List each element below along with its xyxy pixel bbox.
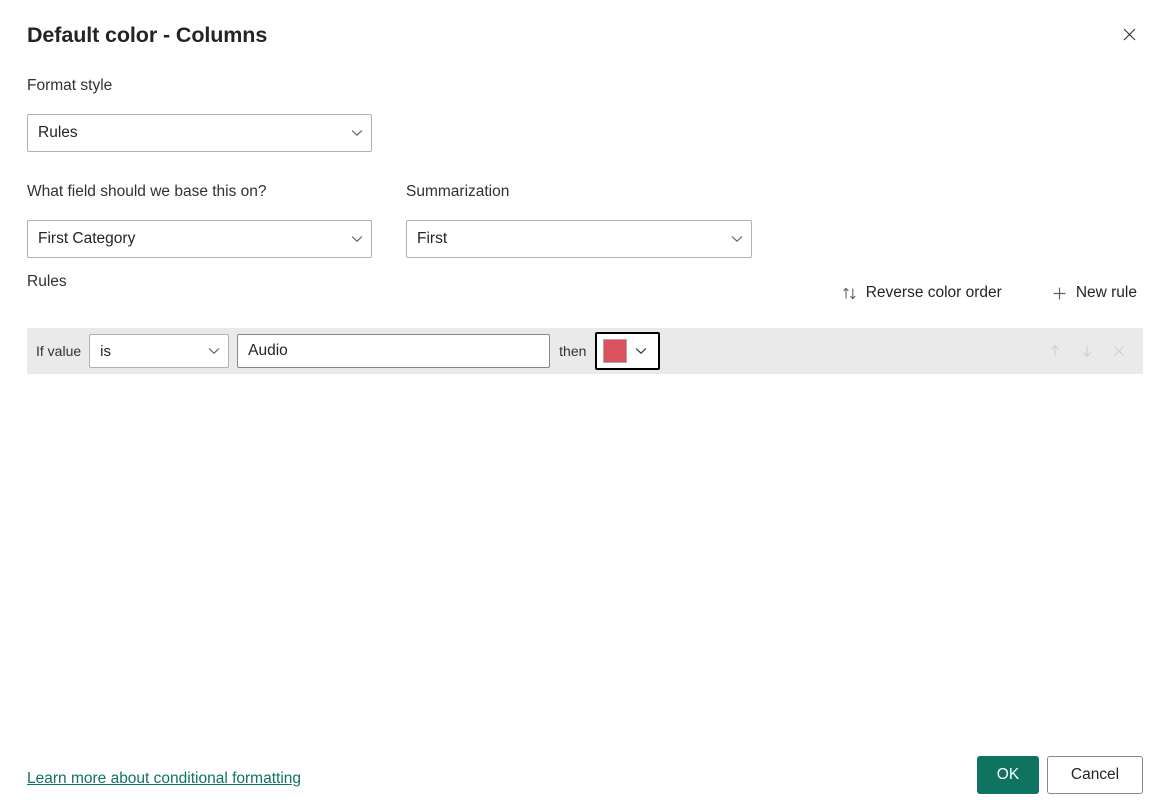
rule-color-picker[interactable] (595, 332, 661, 370)
chevron-down-icon (343, 235, 371, 243)
format-style-select[interactable]: Rules (27, 114, 372, 152)
rule-value-input[interactable] (237, 334, 551, 368)
reverse-color-order-label: Reverse color order (865, 284, 1002, 301)
dialog-header: Default color - Columns (27, 18, 1143, 52)
dialog-footer-buttons: OK Cancel (977, 756, 1143, 794)
rule-row: If value is then (27, 328, 1143, 374)
rule-row-tools (1041, 337, 1133, 365)
rules-section-label: Rules (27, 273, 67, 290)
move-down-icon[interactable] (1073, 337, 1101, 365)
chevron-down-icon (723, 235, 751, 243)
ok-button[interactable]: OK (977, 756, 1039, 794)
rules-toolbar: Reverse color order New rule (836, 278, 1143, 308)
summarization-select[interactable]: First (406, 220, 752, 258)
close-icon (1123, 28, 1136, 41)
cancel-button[interactable]: Cancel (1047, 756, 1143, 794)
close-button[interactable] (1113, 18, 1145, 50)
chevron-down-icon (343, 129, 371, 137)
new-rule-button[interactable]: New rule (1046, 278, 1143, 308)
plus-icon (1052, 286, 1067, 301)
new-rule-label: New rule (1075, 284, 1137, 301)
rule-color-swatch (603, 339, 628, 363)
if-value-label: If value (36, 343, 82, 359)
format-style-value: Rules (38, 124, 78, 141)
chevron-down-icon (200, 347, 228, 355)
format-style-label: Format style (27, 77, 113, 94)
base-field-label: What field should we base this on? (27, 183, 267, 200)
summarization-label: Summarization (406, 183, 510, 200)
move-up-icon[interactable] (1041, 337, 1069, 365)
delete-icon[interactable] (1105, 337, 1133, 365)
page-title: Default color - Columns (27, 23, 268, 47)
summarization-value: First (417, 230, 448, 247)
chevron-down-icon (627, 347, 655, 355)
rule-operator-select[interactable]: is (89, 334, 230, 368)
reverse-color-order-button[interactable]: Reverse color order (836, 278, 1008, 308)
base-field-select[interactable]: First Category (27, 220, 372, 258)
rule-operator-value: is (100, 342, 111, 360)
base-field-value: First Category (38, 230, 136, 247)
learn-more-link[interactable]: Learn more about conditional formatting (27, 770, 301, 788)
sort-updown-icon (842, 286, 857, 301)
then-label: then (559, 343, 587, 359)
conditional-formatting-dialog: Default color - Columns Format style Rul… (0, 0, 1163, 812)
